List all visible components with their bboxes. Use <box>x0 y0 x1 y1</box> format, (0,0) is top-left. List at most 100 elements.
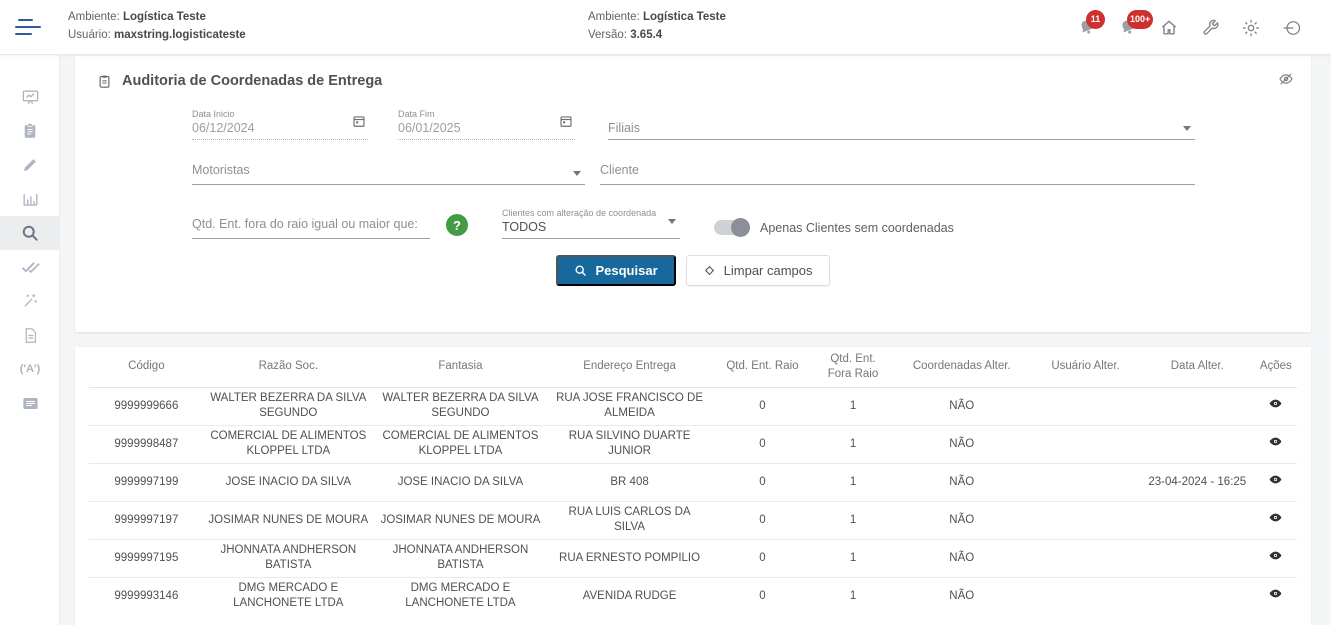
col-qtd-raio: Qtd. Ent. Raio <box>711 347 814 387</box>
col-qtd-fora: Qtd. Ent. Fora Raio <box>814 347 893 387</box>
table-row: 9999997195 JHONNATA ANDHERSON BATISTA JH… <box>89 539 1297 577</box>
motoristas-select[interactable]: Motoristas <box>192 161 585 185</box>
table-row: 9999998487 COMERCIAL DE ALIMENTOS KLOPPE… <box>89 425 1297 463</box>
cell-qtd-fora: 1 <box>814 501 893 539</box>
ambiente-value-2: Logística Teste <box>643 11 726 23</box>
cell-razao: JOSIMAR NUNES DE MOURA <box>204 501 373 539</box>
col-fantasia: Fantasia <box>373 347 548 387</box>
view-details-eye-icon[interactable] <box>1268 548 1283 563</box>
ambiente-label: Ambiente: <box>68 11 120 23</box>
cell-usuario <box>1031 539 1140 577</box>
cell-fantasia: JHONNATA ANDHERSON BATISTA <box>373 539 548 577</box>
environment-info-center: Ambiente: Logística Teste Versão: 3.65.4 <box>588 9 726 45</box>
qtd-ent-input[interactable]: Qtd. Ent. fora do raio igual ou maior qu… <box>192 215 430 239</box>
view-details-eye-icon[interactable] <box>1268 586 1283 601</box>
cell-endereco: RUA LUIS CARLOS DA SILVA <box>548 501 711 539</box>
cell-endereco: AVENIDA RUDGE <box>548 577 711 615</box>
motoristas-placeholder: Motoristas <box>192 163 585 177</box>
data-fim-field[interactable]: Data Fim 06/01/2025 <box>398 107 575 140</box>
sidebar-item-news-list-icon[interactable] <box>0 386 60 420</box>
cell-coordenadas: NÃO <box>892 539 1031 577</box>
filiais-select[interactable]: Filiais <box>608 109 1195 140</box>
col-usuario: Usuário Alter. <box>1031 347 1140 387</box>
cell-data <box>1140 577 1255 615</box>
cell-coordenadas: NÃO <box>892 387 1031 425</box>
data-inicio-label: Data Inicio <box>192 109 368 119</box>
chevron-down-icon <box>573 171 581 176</box>
cell-usuario <box>1031 463 1140 501</box>
data-fim-value: 06/01/2025 <box>398 121 575 135</box>
view-details-eye-icon[interactable] <box>1268 472 1283 487</box>
clientes-alteracao-label: Clientes com alteração de coordenada <box>502 208 680 218</box>
data-inicio-field[interactable]: Data Inicio 06/12/2024 <box>192 107 368 140</box>
calendar-icon[interactable] <box>559 114 573 133</box>
sidebar-item-search-icon[interactable] <box>0 216 60 250</box>
clientes-alteracao-select[interactable]: Clientes com alteração de coordenada TOD… <box>502 206 680 239</box>
ambiente-value: Logística Teste <box>123 11 206 23</box>
sidebar: ('A') <box>0 55 60 625</box>
settings-gear-icon[interactable] <box>1238 15 1264 41</box>
cell-codigo: 9999997199 <box>89 463 204 501</box>
cell-qtd-fora: 1 <box>814 463 893 501</box>
filter-area: Data Inicio 06/12/2024 Data Fim 06/01/20… <box>75 95 1311 239</box>
menu-icon[interactable] <box>0 19 60 35</box>
sidebar-item-pencil-icon[interactable] <box>0 148 60 182</box>
logout-icon[interactable] <box>1279 15 1305 41</box>
view-details-eye-icon[interactable] <box>1268 510 1283 525</box>
table-header-row: Código Razão Soc. Fantasia Endereço Entr… <box>89 347 1297 387</box>
sidebar-item-presentation-chart-icon[interactable] <box>0 80 60 114</box>
clipboard-title-icon <box>97 74 112 89</box>
cell-razao: JOSE INACIO DA SILVA <box>204 463 373 501</box>
help-icon[interactable]: ? <box>446 214 468 236</box>
cell-data <box>1140 539 1255 577</box>
sem-coordenadas-toggle-label: Apenas Clientes sem coordenadas <box>760 221 954 235</box>
hide-filters-eye-off-icon[interactable] <box>1277 70 1295 93</box>
cell-qtd-raio: 0 <box>711 463 814 501</box>
cell-data <box>1140 501 1255 539</box>
pesquisar-button[interactable]: Pesquisar <box>556 255 675 286</box>
sidebar-item-magic-wand-icon[interactable] <box>0 284 60 318</box>
cell-usuario <box>1031 501 1140 539</box>
limpar-campos-button[interactable]: Limpar campos <box>686 255 830 286</box>
wrench-icon[interactable] <box>1197 15 1223 41</box>
notifications-bell-icon[interactable]: 100+ <box>1115 15 1141 41</box>
ambiente-label-2: Ambiente: <box>588 11 640 23</box>
cell-codigo: 9999997197 <box>89 501 204 539</box>
sidebar-item-document-icon[interactable] <box>0 318 60 352</box>
cell-endereco: RUA JOSE FRANCISCO DE ALMEIDA <box>548 387 711 425</box>
col-acoes: Ações <box>1255 347 1297 387</box>
col-coordenadas: Coordenadas Alter. <box>892 347 1031 387</box>
view-details-eye-icon[interactable] <box>1268 434 1283 449</box>
data-inicio-value: 06/12/2024 <box>192 121 368 135</box>
notifications-badge: 100+ <box>1127 10 1153 29</box>
usuario-label: Usuário: <box>68 29 111 41</box>
view-details-eye-icon[interactable] <box>1268 396 1283 411</box>
home-icon[interactable] <box>1156 15 1182 41</box>
cell-codigo: 9999998487 <box>89 425 204 463</box>
cell-data <box>1140 387 1255 425</box>
cell-coordenadas: NÃO <box>892 463 1031 501</box>
chevron-down-icon <box>1183 126 1191 131</box>
cell-fantasia: JOSE INACIO DA SILVA <box>373 463 548 501</box>
cell-endereco: RUA ERNESTO POMPILIO <box>548 539 711 577</box>
cell-fantasia: COMERCIAL DE ALIMENTOS KLOPPEL LTDA <box>373 425 548 463</box>
cell-endereco: BR 408 <box>548 463 711 501</box>
sidebar-item-double-check-icon[interactable] <box>0 250 60 284</box>
main-content: Auditoria de Coordenadas de Entrega Data… <box>60 55 1331 625</box>
versao-value: 3.65.4 <box>630 29 662 41</box>
data-fim-label: Data Fim <box>398 109 575 119</box>
calendar-icon[interactable] <box>352 114 366 133</box>
cell-qtd-fora: 1 <box>814 425 893 463</box>
sem-coordenadas-toggle[interactable] <box>714 220 750 235</box>
chevron-down-icon <box>668 219 676 224</box>
cliente-input[interactable]: Cliente <box>600 161 1195 185</box>
sidebar-item-translate-icon[interactable]: ('A') <box>0 352 60 386</box>
cell-codigo: 9999999666 <box>89 387 204 425</box>
cell-fantasia: DMG MERCADO E LANCHONETE LTDA <box>373 577 548 615</box>
sidebar-item-bar-chart-icon[interactable] <box>0 182 60 216</box>
page-title: Auditoria de Coordenadas de Entrega <box>122 73 382 89</box>
sidebar-item-clipboard-icon[interactable] <box>0 114 60 148</box>
cell-coordenadas: NÃO <box>892 501 1031 539</box>
alerts-bell-icon[interactable]: 11 <box>1074 15 1100 41</box>
environment-info-left: Ambiente: Logística Teste Usuário: maxst… <box>68 9 246 45</box>
